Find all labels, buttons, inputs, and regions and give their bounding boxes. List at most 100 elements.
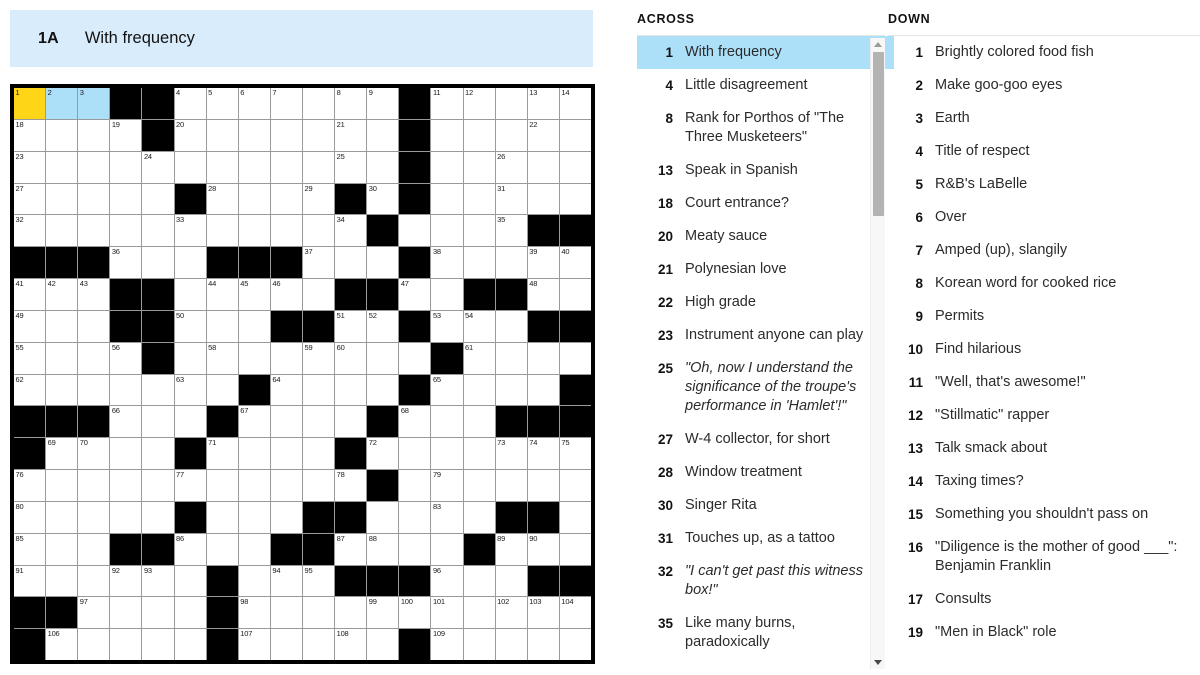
grid-cell[interactable] — [238, 183, 270, 215]
grid-cell[interactable] — [399, 501, 431, 533]
grid-cell[interactable] — [142, 501, 174, 533]
down-clue-10[interactable]: 10 Find hilarious — [885, 333, 1200, 366]
grid-cell[interactable]: 73 — [495, 438, 527, 469]
down-clue-13[interactable]: 13 Talk smack about — [885, 432, 1200, 465]
grid-cell[interactable] — [270, 501, 302, 533]
grid-cell[interactable] — [142, 438, 174, 469]
grid-cell[interactable] — [463, 438, 495, 469]
grid-cell[interactable] — [463, 119, 495, 151]
grid-cell[interactable] — [206, 470, 238, 501]
grid-cell[interactable]: 32 — [14, 215, 46, 247]
grid-cell[interactable] — [110, 597, 142, 629]
grid-cell[interactable] — [559, 279, 591, 310]
grid-cell[interactable] — [142, 629, 174, 660]
grid-cell[interactable] — [142, 247, 174, 278]
grid-cell[interactable]: 2 — [46, 88, 78, 119]
grid-cell[interactable]: 47 — [399, 279, 431, 310]
across-clue-21[interactable]: 21 Polynesian love — [637, 253, 885, 286]
across-clue-13[interactable]: 13 Speak in Spanish — [637, 154, 885, 187]
grid-cell[interactable]: 38 — [431, 247, 463, 278]
grid-cell[interactable]: 19 — [110, 119, 142, 151]
grid-cell[interactable] — [431, 406, 463, 438]
grid-cell[interactable] — [46, 342, 78, 374]
grid-cell[interactable] — [238, 215, 270, 247]
grid-cell[interactable]: 49 — [14, 310, 46, 342]
grid-cell[interactable] — [174, 279, 206, 310]
grid-cell[interactable] — [206, 310, 238, 342]
grid-cell[interactable] — [367, 629, 399, 660]
grid-cell[interactable] — [46, 119, 78, 151]
grid-cell[interactable]: 36 — [110, 247, 142, 278]
across-clue-18[interactable]: 18 Court entrance? — [637, 187, 885, 220]
grid-cell[interactable] — [110, 438, 142, 469]
grid-cell[interactable]: 72 — [367, 438, 399, 469]
down-clue-7[interactable]: 7 Amped (up), slangily — [885, 234, 1200, 267]
grid-cell[interactable]: 67 — [238, 406, 270, 438]
grid-cell[interactable] — [495, 565, 527, 597]
down-clue-list[interactable]: 1 Brightly colored food fish 2 Make goo-goo… — [885, 36, 1200, 649]
grid-cell[interactable] — [270, 183, 302, 215]
down-clue-5[interactable]: 5 R&B's LaBelle — [885, 168, 1200, 201]
grid-cell[interactable] — [174, 597, 206, 629]
grid-cell[interactable] — [431, 279, 463, 310]
down-clue-14[interactable]: 14 Taxing times? — [885, 465, 1200, 498]
grid-cell[interactable] — [78, 501, 110, 533]
grid-cell[interactable]: 25 — [335, 151, 367, 183]
grid-cell[interactable]: 96 — [431, 565, 463, 597]
grid-cell[interactable]: 77 — [174, 470, 206, 501]
grid-cell[interactable] — [367, 374, 399, 406]
grid-cell[interactable] — [78, 215, 110, 247]
grid-cell[interactable] — [463, 183, 495, 215]
grid-cell[interactable] — [206, 119, 238, 151]
grid-cell[interactable] — [302, 151, 335, 183]
grid-cell[interactable]: 13 — [527, 88, 559, 119]
grid-cell[interactable] — [367, 247, 399, 278]
down-clue-3[interactable]: 3 Earth — [885, 102, 1200, 135]
grid-cell[interactable]: 6 — [238, 88, 270, 119]
grid-cell[interactable]: 103 — [527, 597, 559, 629]
crossword-grid[interactable]: 1 2 3 4 5 6 7 8 9 11 12 13 14 18 19 20 21 22 23 24 25 26 27 28 2… — [14, 88, 591, 660]
grid-cell[interactable] — [367, 151, 399, 183]
grid-cell[interactable] — [270, 215, 302, 247]
grid-cell[interactable]: 30 — [367, 183, 399, 215]
across-clue-32[interactable]: 32 "I can't get past this witness box!" — [637, 555, 885, 607]
grid-cell[interactable]: 35 — [495, 215, 527, 247]
grid-cell[interactable] — [527, 151, 559, 183]
grid-cell[interactable]: 101 — [431, 597, 463, 629]
across-clue-25[interactable]: 25 "Oh, now I understand the significance… — [637, 352, 885, 423]
grid-cell[interactable] — [46, 501, 78, 533]
grid-cell[interactable]: 89 — [495, 533, 527, 565]
grid-cell[interactable]: 48 — [527, 279, 559, 310]
across-clue-4[interactable]: 4 Little disagreement — [637, 69, 885, 102]
grid-cell[interactable] — [302, 438, 335, 469]
grid-cell[interactable] — [270, 470, 302, 501]
across-clue-35[interactable]: 35 Like many burns, paradoxically — [637, 607, 885, 659]
grid-cell[interactable]: 52 — [367, 310, 399, 342]
grid-cell[interactable] — [78, 470, 110, 501]
grid-cell[interactable]: 78 — [335, 470, 367, 501]
grid-cell[interactable]: 86 — [174, 533, 206, 565]
grid-cell[interactable] — [174, 151, 206, 183]
grid-cell[interactable]: 18 — [14, 119, 46, 151]
grid-cell[interactable] — [174, 406, 206, 438]
grid-cell[interactable] — [463, 629, 495, 660]
grid-cell[interactable]: 95 — [302, 565, 335, 597]
grid-cell[interactable] — [270, 119, 302, 151]
grid-cell[interactable]: 87 — [335, 533, 367, 565]
grid-cell[interactable] — [335, 406, 367, 438]
grid-cell[interactable]: 93 — [142, 565, 174, 597]
grid-cell[interactable]: 22 — [527, 119, 559, 151]
grid-cell[interactable] — [399, 438, 431, 469]
grid-cell[interactable]: 28 — [206, 183, 238, 215]
grid-cell[interactable] — [78, 565, 110, 597]
across-clue-8[interactable]: 8 Rank for Porthos of "The Three Musketee… — [637, 102, 885, 154]
grid-cell[interactable] — [559, 151, 591, 183]
down-clue-15[interactable]: 15 Something you shouldn't pass on — [885, 498, 1200, 531]
grid-cell[interactable]: 68 — [399, 406, 431, 438]
down-clue-4[interactable]: 4 Title of respect — [885, 135, 1200, 168]
grid-cell[interactable] — [46, 533, 78, 565]
grid-cell[interactable] — [142, 470, 174, 501]
grid-cell[interactable] — [431, 438, 463, 469]
grid-cell[interactable] — [559, 119, 591, 151]
grid-cell[interactable]: 79 — [431, 470, 463, 501]
